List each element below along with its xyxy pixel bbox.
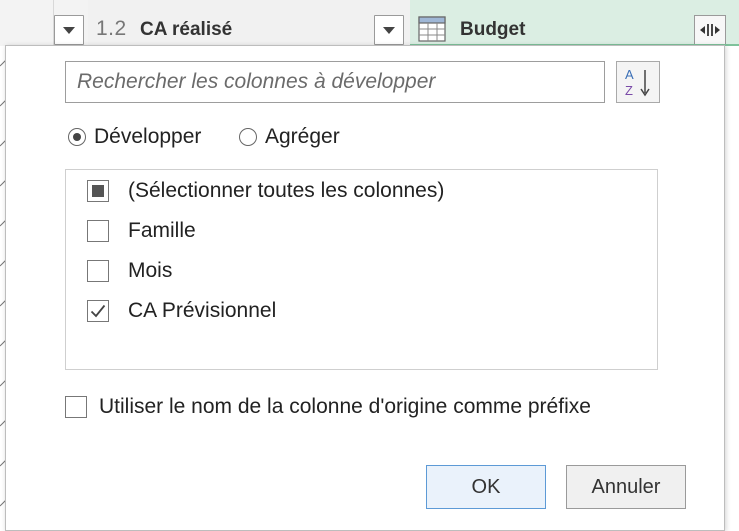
checkbox[interactable]	[87, 220, 109, 242]
radio-button[interactable]	[239, 128, 257, 146]
checkbox[interactable]	[87, 260, 109, 282]
radio-aggregate[interactable]: Agréger	[239, 123, 340, 151]
list-item-select-all[interactable]: (Sélectionner toutes les colonnes)	[87, 177, 444, 205]
chevron-down-icon	[63, 26, 75, 34]
table-icon	[418, 16, 446, 42]
checkmark-icon	[90, 304, 106, 318]
list-item-label: CA Prévisionnel	[128, 299, 277, 322]
ok-button[interactable]: OK	[426, 465, 546, 509]
search-columns-input[interactable]	[65, 61, 605, 103]
column-list: (Sélectionner toutes les colonnes) Famil…	[65, 169, 658, 370]
expand-columns-dialog: A Z Développer Agréger (Sélectionner tou…	[5, 45, 725, 531]
list-item-label: Mois	[128, 259, 173, 282]
cancel-button[interactable]: Annuler	[566, 465, 686, 509]
column-header-ca-realise[interactable]: 1.2 CA réalisé	[88, 0, 410, 46]
sort-columns-button[interactable]: A Z	[616, 61, 660, 103]
decimal-type-icon[interactable]: 1.2	[96, 17, 127, 41]
previous-column-header	[0, 0, 54, 46]
previous-column-dropdown-button[interactable]	[54, 15, 84, 45]
radio-button[interactable]	[68, 128, 86, 146]
query-editor: 1.2 CA réalisé Budget Rechercher les col…	[0, 0, 739, 531]
svg-text:Z: Z	[625, 83, 633, 98]
radio-aggregate-label: Agréger	[265, 125, 340, 148]
prefix-checkbox[interactable]	[65, 396, 87, 418]
column-title: Budget	[460, 19, 526, 40]
column-title: CA réalisé	[140, 19, 233, 40]
checkbox-checked[interactable]	[87, 300, 109, 322]
use-prefix-option[interactable]: Utiliser le nom de la colonne d'origine …	[65, 393, 591, 421]
list-item-ca-previsionnel[interactable]: CA Prévisionnel	[87, 297, 276, 325]
radio-expand-label: Développer	[94, 125, 202, 148]
column-header-budget[interactable]: Budget	[410, 0, 739, 46]
radio-expand[interactable]: Développer	[68, 123, 201, 151]
list-item-label: (Sélectionner toutes les colonnes)	[128, 179, 445, 202]
svg-text:A: A	[625, 67, 634, 82]
chevron-down-icon	[383, 26, 395, 34]
column-header-strip: 1.2 CA réalisé Budget	[0, 0, 739, 46]
sort-az-icon: A Z	[625, 67, 650, 98]
list-item-label: Famille	[128, 219, 196, 242]
expand-column-button[interactable]	[694, 15, 726, 45]
prefix-label: Utiliser le nom de la colonne d'origine …	[99, 395, 591, 418]
list-item-mois[interactable]: Mois	[87, 257, 172, 285]
list-item-famille[interactable]: Famille	[87, 217, 196, 245]
expand-arrows-icon	[700, 24, 720, 36]
ca-realise-dropdown-button[interactable]	[374, 15, 404, 45]
checkbox-partial[interactable]	[87, 180, 109, 202]
